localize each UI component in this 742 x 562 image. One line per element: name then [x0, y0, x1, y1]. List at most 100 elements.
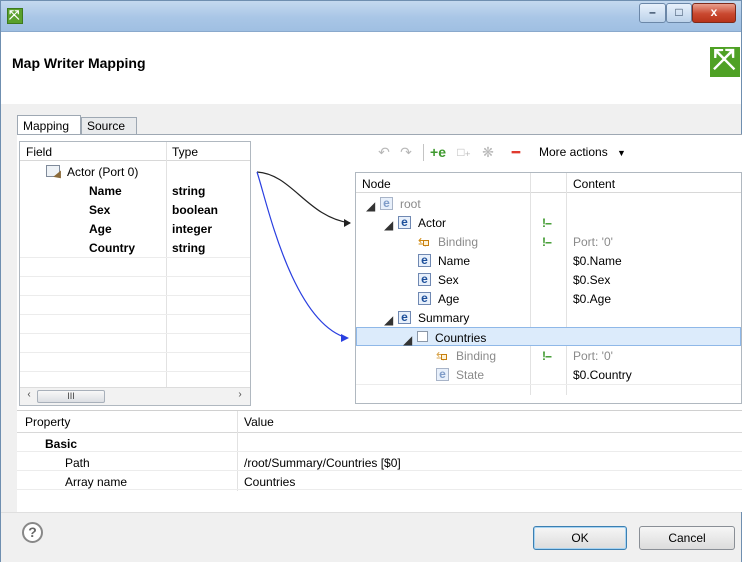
- tree-row[interactable]: ⇆ Binding !-- Port: '0': [356, 346, 741, 365]
- tree-row[interactable]: e Name $0.Name: [356, 251, 741, 270]
- key-icon: !--: [542, 235, 552, 249]
- row-divider: [20, 371, 250, 372]
- dialog-header: Map Writer Mapping: [1, 32, 741, 104]
- maximize-button[interactable]: □: [666, 3, 692, 23]
- node-content: $0.Sex: [573, 273, 611, 287]
- field-row[interactable]: Name string: [20, 181, 250, 200]
- row-divider: [20, 276, 250, 277]
- mapping-arrowhead: [341, 334, 349, 342]
- remove-icon[interactable]: ━: [507, 143, 525, 161]
- node-label: Sex: [438, 273, 459, 287]
- tree-row[interactable]: e Age $0.Age: [356, 289, 741, 308]
- field-type: integer: [172, 222, 213, 236]
- field-type: string: [172, 241, 206, 255]
- port-row[interactable]: Actor (Port 0): [20, 162, 250, 181]
- field-row[interactable]: Country string: [20, 238, 250, 257]
- tree-row-selected[interactable]: ◢ Countries: [356, 327, 741, 347]
- app-icon: [7, 7, 23, 24]
- dialog-content: Mapping Source Field Type Actor (Port 0)…: [1, 104, 742, 512]
- property-value[interactable]: Countries: [244, 475, 295, 489]
- tab-source[interactable]: Source: [81, 117, 137, 135]
- node-label: root: [400, 197, 421, 211]
- field-name: Sex: [89, 203, 111, 217]
- redo-icon[interactable]: ↷: [397, 143, 415, 161]
- tree-table-header: Node Content: [356, 173, 741, 193]
- property-row[interactable]: Array name Countries: [17, 471, 742, 490]
- key-icon: !--: [542, 349, 552, 363]
- field-name: Age: [89, 222, 112, 236]
- column-header-field[interactable]: Field: [26, 145, 52, 159]
- row-divider: [20, 314, 250, 315]
- output-tree-table[interactable]: Node Content ◢ e root ◢ e Actor !-- ⇆: [355, 172, 742, 404]
- add-element-icon[interactable]: +e: [429, 143, 447, 161]
- minimize-button[interactable]: –: [639, 3, 666, 23]
- collection-icon: [417, 331, 428, 342]
- node-content: $0.Name: [573, 254, 622, 268]
- tree-row[interactable]: e State $0.Country: [356, 365, 741, 384]
- port-icon: [46, 165, 60, 177]
- node-label: Actor: [418, 216, 447, 230]
- node-content: $0.Age: [573, 292, 612, 306]
- minimize-icon: –: [649, 5, 656, 19]
- node-label: Summary: [418, 311, 470, 325]
- property-group-row[interactable]: Basic: [17, 433, 742, 452]
- tree-row[interactable]: ◢ e Actor !--: [356, 213, 741, 232]
- close-button[interactable]: x: [692, 3, 736, 23]
- tree-row[interactable]: ◢ e Summary: [356, 308, 741, 327]
- help-icon[interactable]: ?: [22, 522, 43, 543]
- maximize-icon: □: [675, 5, 683, 19]
- element-icon: e: [418, 292, 431, 305]
- expand-icon[interactable]: ◢: [403, 333, 412, 347]
- undo-icon[interactable]: ↶: [375, 143, 393, 161]
- ok-button[interactable]: OK: [533, 526, 627, 550]
- mapping-arrowhead: [344, 219, 351, 227]
- field-row[interactable]: Sex boolean: [20, 200, 250, 219]
- properties-table[interactable]: Property Value Basic Path /root/Summary/…: [17, 410, 742, 512]
- add-wildcard-icon[interactable]: ❋: [479, 143, 497, 161]
- binding-icon: ⇆: [418, 235, 433, 249]
- close-icon: x: [710, 5, 718, 19]
- property-value[interactable]: /root/Summary/Countries [$0]: [244, 456, 401, 470]
- tab-mapping-label: Mapping: [23, 119, 70, 133]
- scroll-left-icon[interactable]: ‹: [22, 389, 36, 404]
- horizontal-scrollbar[interactable]: ‹ III ›: [20, 387, 250, 405]
- row-divider: [356, 384, 741, 385]
- field-name: Name: [89, 184, 122, 198]
- cancel-button[interactable]: Cancel: [639, 526, 735, 550]
- column-header-content[interactable]: Content: [573, 177, 615, 191]
- tree-row[interactable]: e Sex $0.Sex: [356, 270, 741, 289]
- field-row[interactable]: Age integer: [20, 219, 250, 238]
- property-row[interactable]: Path /root/Summary/Countries [$0]: [17, 452, 742, 471]
- more-actions-menu[interactable]: More actions ▼: [539, 145, 626, 159]
- column-header-value[interactable]: Value: [244, 415, 274, 429]
- tab-mapping[interactable]: Mapping: [17, 115, 81, 135]
- element-icon: e: [418, 254, 431, 267]
- dialog-window: – □ x Map Writer Mapping Mapping Source …: [0, 0, 742, 562]
- scroll-right-icon[interactable]: ›: [233, 389, 247, 404]
- input-field-table[interactable]: Field Type Actor (Port 0) Name string Se…: [19, 141, 251, 406]
- field-type: string: [172, 184, 206, 198]
- node-content: Port: '0': [573, 349, 613, 363]
- column-header-type[interactable]: Type: [172, 145, 198, 159]
- expand-icon[interactable]: ◢: [366, 199, 375, 213]
- node-label: Age: [438, 292, 460, 306]
- mapping-link-actor: [256, 171, 351, 224]
- tree-row[interactable]: ◢ e root: [356, 194, 741, 213]
- mapping-links: [256, 171, 351, 342]
- field-name: Country: [89, 241, 135, 255]
- element-icon: e: [418, 273, 431, 286]
- expand-icon[interactable]: ◢: [384, 218, 393, 232]
- column-header-property[interactable]: Property: [25, 415, 70, 429]
- node-label: Binding: [438, 235, 479, 249]
- title-bar[interactable]: – □ x: [1, 1, 741, 32]
- element-icon: e: [380, 197, 393, 210]
- row-divider: [20, 257, 250, 258]
- add-attribute-icon[interactable]: □₊: [455, 143, 473, 161]
- field-type: boolean: [172, 203, 219, 217]
- row-divider: [20, 352, 250, 353]
- scrollbar-thumb[interactable]: III: [37, 390, 105, 403]
- tree-row[interactable]: ⇆ Binding !-- Port: '0': [356, 232, 741, 251]
- column-header-node[interactable]: Node: [362, 177, 391, 191]
- expand-icon[interactable]: ◢: [384, 313, 393, 327]
- property-name: Array name: [65, 475, 128, 489]
